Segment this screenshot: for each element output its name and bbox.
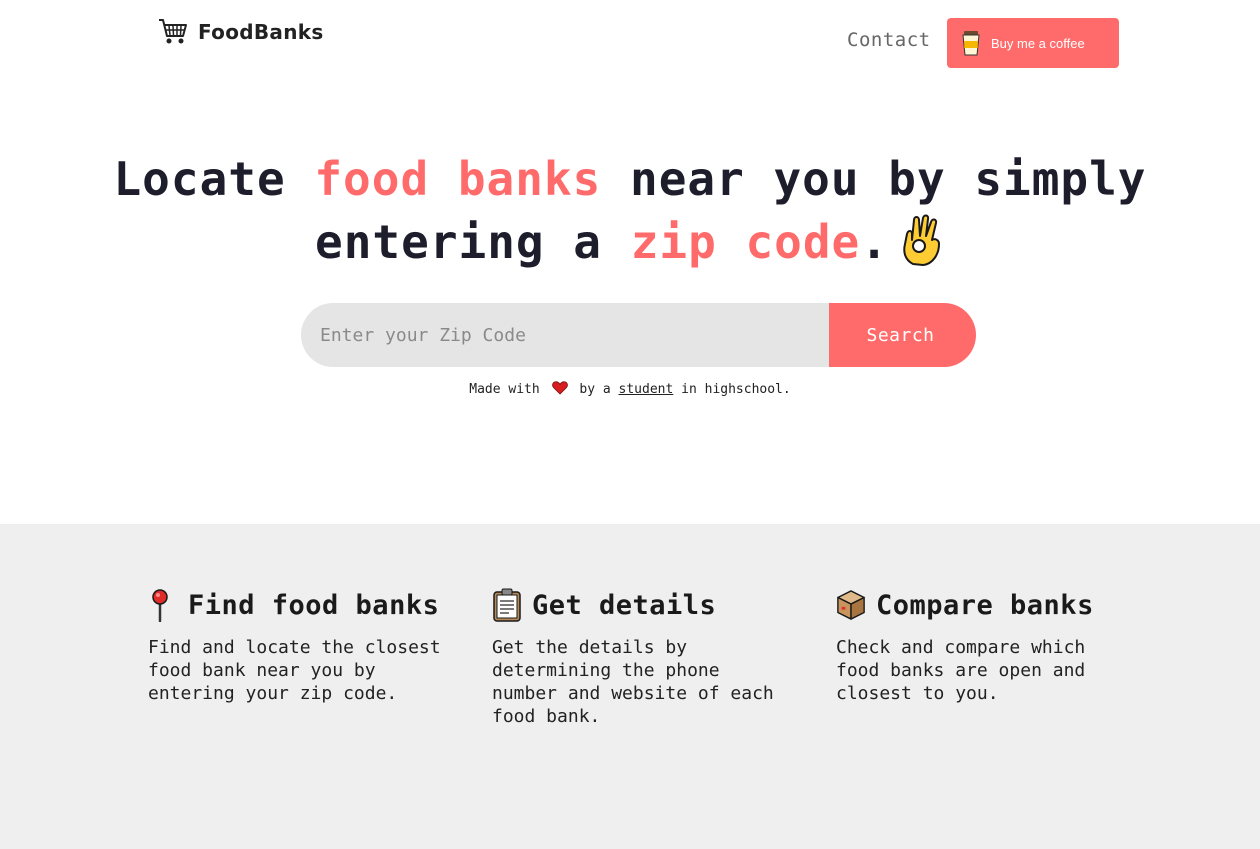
coffee-cup-icon (962, 31, 980, 56)
feature-description: Get the details by determining the phone… (492, 637, 774, 727)
contact-link[interactable]: Contact (847, 29, 931, 51)
made-with-prefix: Made with (469, 382, 540, 397)
feature-description: Check and compare which food banks are o… (836, 637, 1086, 704)
feature-title: Find food banks (188, 589, 440, 621)
buy-me-a-coffee-button[interactable]: Buy me a coffee (947, 18, 1119, 68)
student-link[interactable]: student (619, 382, 674, 397)
feature-get-details: Get details Get the details by determini… (492, 588, 792, 728)
pushpin-icon (152, 589, 168, 622)
ok-hand-icon (903, 214, 940, 266)
shopping-cart-icon (159, 19, 187, 44)
site-header: FoodBanks Contact Buy me a coffee (0, 0, 1260, 90)
hero-title-part1: Locate (113, 152, 315, 206)
feature-title: Compare banks (876, 589, 1094, 621)
features-section: Find food banks Find and locate the clos… (0, 524, 1260, 849)
feature-compare-banks: Compare banks Check and compare which fo… (836, 588, 1136, 705)
hero-title: Locate food banks near you by simply ent… (0, 148, 1260, 274)
feature-title: Get details (532, 589, 717, 621)
zip-search-form: Search (301, 303, 976, 367)
feature-find-food-banks: Find food banks Find and locate the clos… (148, 588, 448, 705)
made-with-middle: by a (579, 382, 611, 397)
made-with-suffix: in highschool. (681, 382, 791, 397)
package-icon (837, 590, 865, 620)
coffee-button-label: Buy me a coffee (991, 35, 1085, 51)
search-button[interactable]: Search (829, 303, 976, 367)
zip-code-input[interactable] (301, 303, 829, 367)
hero-title-part3: . (860, 215, 889, 269)
brand-name: FoodBanks (198, 20, 324, 44)
heart-icon (551, 381, 568, 395)
made-with-note: Made with by a student in highschool. (0, 381, 1260, 397)
brand-logo[interactable]: FoodBanks (158, 18, 324, 46)
hero-accent-food-banks: food banks (314, 152, 602, 206)
clipboard-icon (493, 588, 521, 622)
hero-accent-zip-code: zip code (630, 215, 861, 269)
feature-description: Find and locate the closest food bank ne… (148, 637, 441, 704)
